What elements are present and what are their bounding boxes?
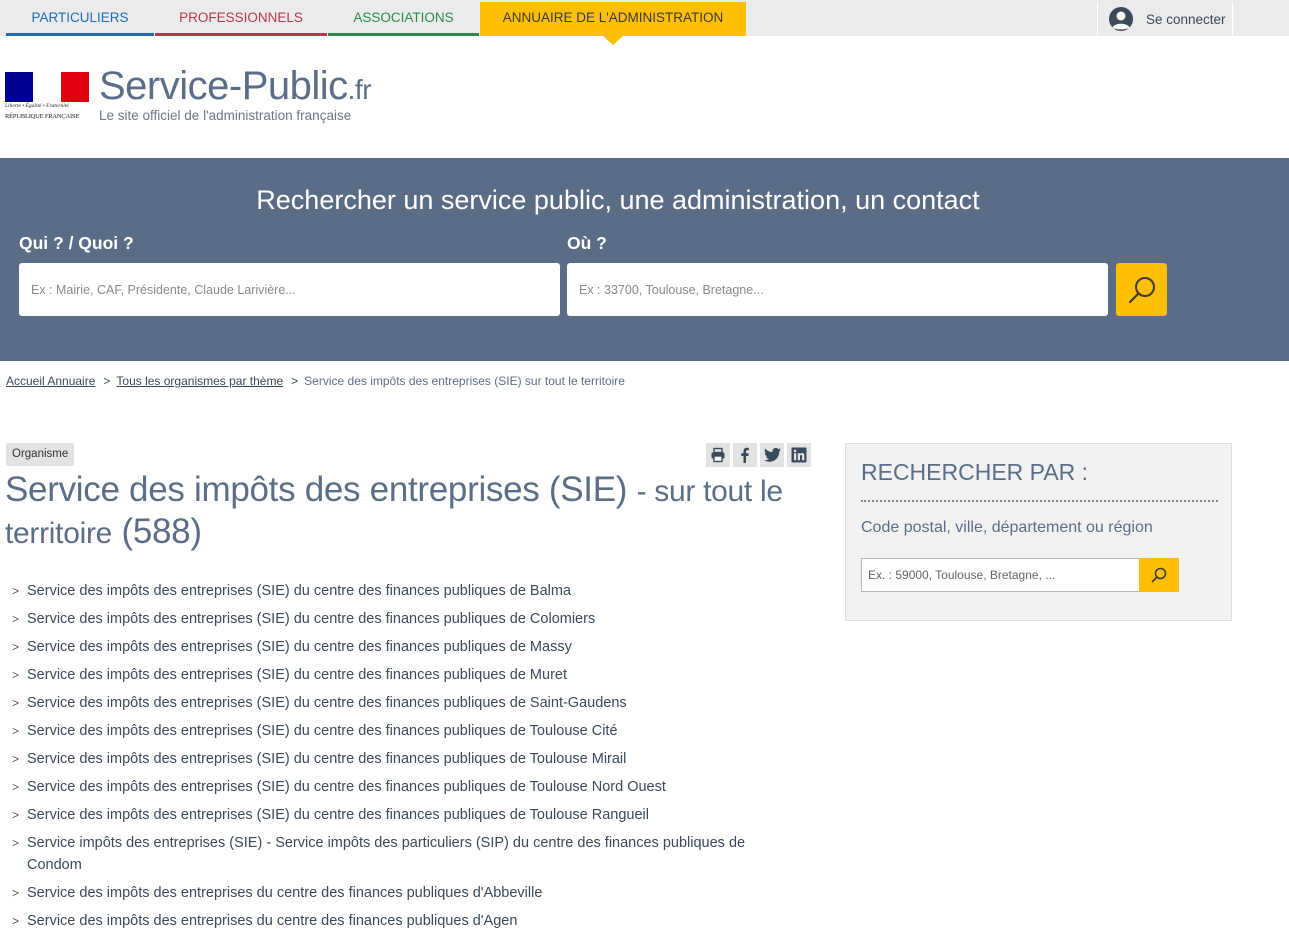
ou-input[interactable] [567, 263, 1108, 316]
qui-input[interactable] [19, 263, 560, 316]
result-link[interactable]: Service impôts des entreprises (SIE) - S… [27, 835, 745, 873]
breadcrumb-themes[interactable]: Tous les organismes par thème [116, 374, 283, 388]
facebook-icon [741, 447, 749, 463]
print-button[interactable] [706, 443, 730, 467]
list-item: Service des impôts des entreprises (SIE)… [12, 720, 802, 742]
twitter-icon [763, 447, 781, 462]
list-item: Service des impôts des entreprises (SIE)… [12, 776, 802, 798]
list-item: Service des impôts des entreprises (SIE)… [12, 804, 802, 826]
site-tld: .fr [347, 74, 372, 105]
list-item: Service des impôts des entreprises (SIE)… [12, 636, 802, 658]
result-link[interactable]: Service des impôts des entreprises (SIE)… [27, 779, 666, 795]
location-input[interactable] [861, 558, 1140, 592]
logo-motto: Liberté • Égalité • Fraternité [5, 103, 69, 109]
breadcrumb-current: Service des impôts des entreprises (SIE)… [304, 374, 625, 388]
list-item: Service des impôts des entreprises (SIE)… [12, 692, 802, 714]
linkedin-icon [791, 447, 807, 463]
tab-associations[interactable]: ASSOCIATIONS [328, 2, 479, 36]
ou-label: Où ? [567, 233, 607, 253]
list-item: Service des impôts des entreprises (SIE)… [12, 608, 802, 630]
tab-particuliers[interactable]: PARTICULIERS [6, 2, 154, 36]
list-item: Service impôts des entreprises (SIE) - S… [12, 832, 802, 876]
results-list: Service des impôts des entreprises (SIE)… [12, 580, 802, 936]
result-link[interactable]: Service des impôts des entreprises (SIE)… [27, 667, 567, 683]
site-title[interactable]: Service-Public.fr [99, 64, 372, 109]
list-item: Service des impôts des entreprises (SIE)… [12, 580, 802, 602]
result-link[interactable]: Service des impôts des entreprises (SIE)… [27, 611, 595, 627]
list-item: Service des impôts des entreprises du ce… [12, 910, 802, 932]
marianne-logo[interactable]: Liberté • Égalité • Fraternité RÉPUBLIQU… [5, 72, 89, 124]
search-by-title: RECHERCHER PAR : [861, 459, 1089, 485]
result-link[interactable]: Service des impôts des entreprises (SIE)… [27, 723, 618, 739]
logo-republic: RÉPUBLIQUE FRANÇAISE [5, 113, 80, 120]
tab-professionnels[interactable]: PROFESSIONNELS [155, 2, 327, 36]
site-name: Service-Public [99, 64, 348, 108]
print-icon [711, 447, 725, 463]
page-title-main: Service des impôts des entreprises (SIE) [5, 470, 628, 509]
list-item: Service des impôts des entreprises (SIE)… [12, 664, 802, 686]
breadcrumb-home[interactable]: Accueil Annuaire [6, 374, 95, 388]
type-badge: Organisme [6, 443, 75, 466]
result-link[interactable]: Service des impôts des entreprises du ce… [27, 913, 517, 929]
tab-annuaire[interactable]: ANNUAIRE DE L'ADMINISTRATION [480, 2, 746, 36]
location-search-button[interactable] [1139, 558, 1179, 592]
site-tagline: Le site officiel de l'administration fra… [99, 108, 352, 123]
page-title: Service des impôts des entreprises (SIE)… [5, 470, 815, 554]
flag-icon [5, 72, 89, 102]
search-title: Rechercher un service public, une admini… [256, 185, 980, 215]
search-band: Rechercher un service public, une admini… [0, 158, 1289, 361]
result-link[interactable]: Service des impôts des entreprises (SIE)… [27, 695, 627, 711]
result-link[interactable]: Service des impôts des entreprises du ce… [27, 885, 542, 901]
login-button[interactable]: Se connecter [1097, 2, 1233, 36]
top-navigation: PARTICULIERS PROFESSIONNELS ASSOCIATIONS… [0, 0, 1289, 36]
breadcrumb: Accueil Annuaire > Tous les organismes p… [6, 374, 625, 388]
breadcrumb-separator: > [291, 374, 299, 388]
facebook-share-button[interactable] [733, 443, 757, 467]
login-label: Se connecter [1146, 11, 1226, 27]
active-tab-arrow [603, 36, 623, 45]
location-label: Code postal, ville, département ou régio… [861, 519, 1153, 536]
list-item: Service des impôts des entreprises du ce… [12, 882, 802, 904]
qui-label: Qui ? / Quoi ? [19, 233, 134, 253]
user-icon [1109, 7, 1133, 31]
linkedin-share-button[interactable] [787, 443, 811, 467]
page-title-count: (588) [121, 512, 202, 551]
search-button[interactable] [1116, 263, 1167, 316]
search-by-panel: RECHERCHER PAR : Code postal, ville, dép… [845, 443, 1232, 621]
search-icon [1128, 276, 1155, 303]
search-icon [1151, 567, 1167, 583]
result-link[interactable]: Service des impôts des entreprises (SIE)… [27, 751, 626, 767]
result-link[interactable]: Service des impôts des entreprises (SIE)… [27, 583, 571, 599]
list-item: Service des impôts des entreprises (SIE)… [12, 748, 802, 770]
result-link[interactable]: Service des impôts des entreprises (SIE)… [27, 639, 572, 655]
result-link[interactable]: Service des impôts des entreprises (SIE)… [27, 807, 649, 823]
twitter-share-button[interactable] [760, 443, 784, 467]
breadcrumb-separator: > [103, 374, 111, 388]
dotted-divider [861, 500, 1218, 502]
